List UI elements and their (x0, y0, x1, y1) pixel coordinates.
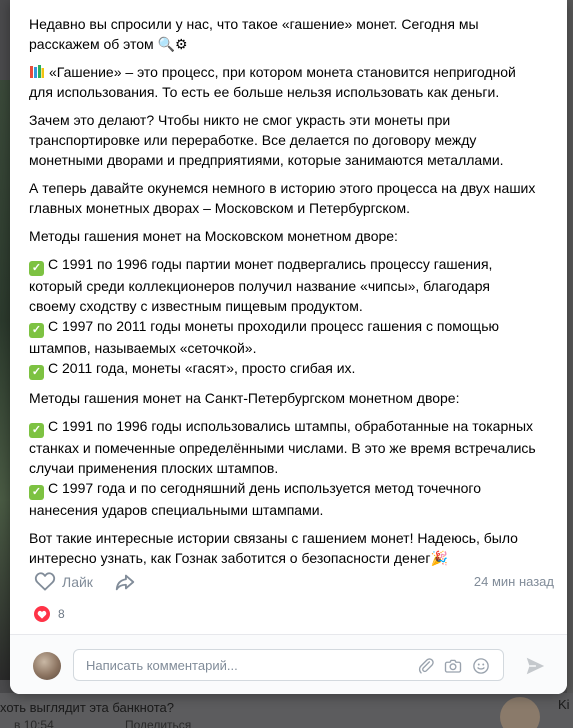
post-line: случаи применения плоских штампов. (29, 460, 279, 476)
post-list-moscow: ✓ С 1991 по 1996 годы партии монет подвер… (29, 254, 554, 380)
background-snippet-share: Поделиться (125, 718, 192, 728)
check-mark-icon: ✓ (29, 365, 44, 380)
post-list-spb: ✓ С 1991 по 1996 годы использовались штам… (29, 416, 554, 520)
post-line: интересно узнать, как Гознак заботится о… (29, 550, 448, 566)
post-heading-moscow: Методы гашения монет на Московском монет… (29, 226, 554, 246)
post-heading-spb: Методы гашения монет на Санкт-Петербургс… (29, 388, 554, 408)
smile-icon[interactable] (472, 657, 490, 675)
post-paragraph-definition: «Гашение» – это процесс, при котором мон… (29, 62, 554, 102)
reactions-summary[interactable]: 8 (34, 604, 65, 624)
background-snippet-time: в 10:54 (14, 718, 54, 728)
post-paragraph-outro: Вот такие интересные истории связаны с г… (29, 528, 554, 568)
post-line: С 1997 года и по сегодняшний день исполь… (48, 480, 482, 496)
post-paragraph-intro: Недавно вы спросили у нас, что такое «га… (29, 14, 554, 54)
post-line: главных монетных дворах – Московском и П… (29, 200, 410, 216)
post-line: «Гашение» – это процесс, при котором мон… (49, 64, 516, 80)
background-snippet-question: хоть выглядит эта банкнота? (0, 700, 175, 715)
like-button[interactable]: Лайк (34, 570, 93, 594)
post-line: транспортировке или переработке. Все дел… (29, 132, 477, 148)
check-mark-icon: ✓ (29, 323, 44, 338)
post-text: Недавно вы спросили у нас, что такое «га… (29, 14, 554, 576)
comment-input[interactable]: Написать комментарий... (73, 649, 504, 681)
paperclip-icon[interactable] (417, 657, 435, 675)
post-line: монетными дворами и предприятиями, котор… (29, 152, 504, 168)
check-mark-icon: ✓ (29, 485, 44, 500)
post-line: штампов, называемых «сеточкой». (29, 340, 257, 356)
post-line: который среди коллекционеров получил наз… (29, 278, 490, 294)
post-line: станках и помеченные определёнными числа… (29, 440, 536, 456)
share-arrow-icon (114, 574, 136, 597)
post-line: Недавно вы спросили у нас, что такое «га… (29, 16, 479, 32)
background-right-column (567, 0, 573, 728)
heart-outline-icon (34, 571, 56, 594)
post-line: расскажем об этом 🔍⚙ (29, 36, 188, 52)
post-line: Вот такие интересные истории связаны с г… (29, 530, 518, 546)
post-line: своему сходству с известным пищевым прод… (29, 298, 363, 314)
post-line: А теперь давайте окунемся немного в исто… (29, 180, 536, 196)
post-line: С 1997 по 2011 годы монеты проходили про… (48, 318, 499, 334)
heart-reaction-icon (34, 606, 50, 622)
post-line: для использования. То есть ее больше нел… (29, 84, 500, 100)
send-button[interactable] (524, 655, 546, 677)
comment-placeholder: Написать комментарий... (86, 658, 238, 673)
camera-icon[interactable] (444, 657, 462, 675)
post-line: С 1991 по 1996 годы партии монет подверг… (48, 256, 493, 272)
reaction-count: 8 (58, 607, 65, 621)
check-mark-icon: ✓ (29, 423, 44, 438)
comment-composer: Написать комментарий... (10, 635, 567, 694)
post-line: С 2011 года, монеты «гасят», просто сгиб… (48, 360, 356, 376)
background-image (0, 80, 10, 680)
post-line: нанесения ударов специальными штампами. (29, 502, 324, 518)
check-mark-icon: ✓ (29, 261, 44, 276)
post-modal: Недавно вы спросили у нас, что такое «га… (10, 0, 567, 694)
post-line: Методы гашения монет на Санкт-Петербургс… (29, 390, 460, 406)
post-line: Методы гашения монет на Московском монет… (29, 228, 398, 244)
post-paragraph-why: Зачем это делают? Чтобы никто не смог ук… (29, 110, 554, 170)
avatar[interactable] (33, 652, 61, 680)
background-snippet-right: Ki (558, 697, 570, 712)
post-paragraph-history: А теперь давайте окунемся немного в исто… (29, 178, 554, 218)
post-timestamp[interactable]: 24 мин назад (474, 574, 554, 589)
share-button[interactable] (114, 571, 136, 593)
post-line: Зачем это делают? Чтобы никто не смог ук… (29, 112, 451, 128)
books-icon (29, 64, 45, 78)
post-line: С 1991 по 1996 годы использовались штамп… (48, 418, 534, 434)
send-arrow-icon (524, 657, 546, 681)
like-label: Лайк (62, 574, 93, 590)
post-actions: Лайк 24 мин назад (34, 570, 554, 594)
